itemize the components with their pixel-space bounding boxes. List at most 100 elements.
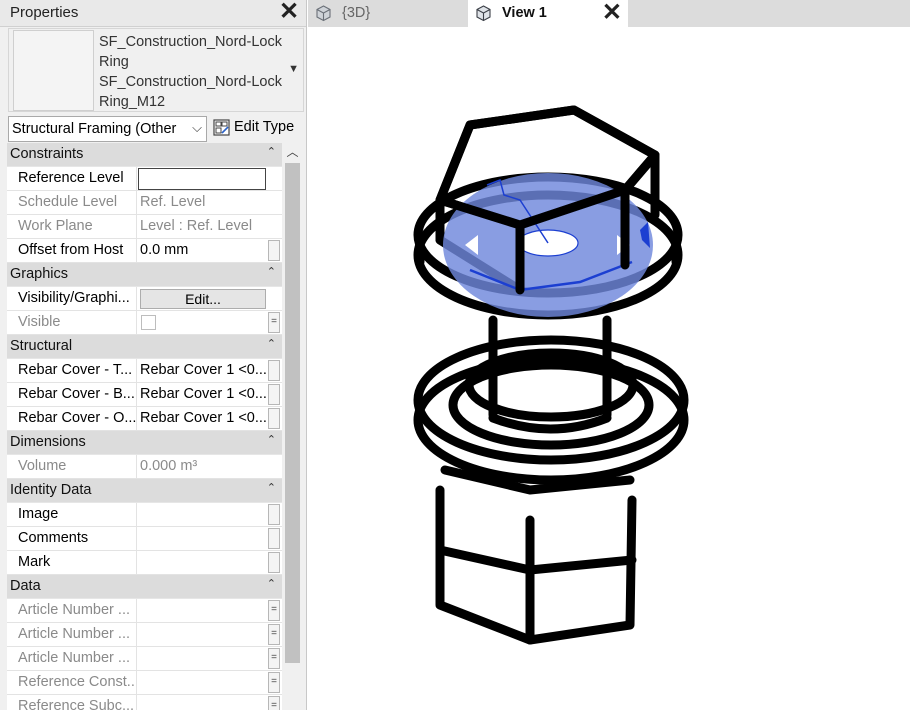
associate-parameter-button[interactable]: =	[268, 624, 280, 645]
prop-row-article-number-2: Article Number ... =	[7, 623, 282, 647]
chevron-down-icon: ⌵	[192, 120, 202, 135]
prop-key: Volume	[7, 455, 137, 478]
rebar-cover-top-field[interactable]: Rebar Cover 1 <0...	[138, 359, 267, 382]
tab-3d-label: {3D}	[342, 5, 371, 21]
associate-parameter-button[interactable]: =	[268, 600, 280, 621]
mark-field[interactable]	[138, 551, 267, 574]
instance-filter-row: Structural Framing (Other ⌵ Edit Type	[8, 116, 304, 142]
group-label: Structural	[10, 338, 73, 354]
group-data[interactable]: Data ⌃	[7, 575, 282, 599]
3d-view-cube-icon	[316, 5, 331, 22]
properties-grid: Constraints ⌃ Reference Level Schedule L…	[7, 143, 282, 710]
view-canvas[interactable]	[308, 27, 910, 710]
group-label: Graphics	[10, 266, 69, 282]
prop-key: Reference Subc...	[7, 695, 137, 710]
group-dimensions[interactable]: Dimensions ⌃	[7, 431, 282, 455]
prop-value	[138, 623, 267, 646]
prop-key: Article Number ...	[7, 647, 137, 670]
category-filter-dropdown[interactable]: Structural Framing (Other ⌵	[8, 116, 207, 142]
associate-parameter-button[interactable]: =	[268, 696, 280, 710]
double-chevron-up-icon[interactable]: ⌃	[267, 481, 276, 494]
comments-field[interactable]	[138, 527, 267, 550]
prop-key: Rebar Cover - O...	[7, 407, 137, 430]
prop-row-visibility-graphics: Visibility/Graphi... Edit...	[7, 287, 282, 311]
associate-parameter-button[interactable]	[268, 504, 280, 525]
prop-key: Comments	[7, 527, 137, 550]
scroll-up-icon[interactable]: ︿	[283, 143, 302, 161]
prop-value	[138, 599, 267, 622]
prop-key: Article Number ...	[7, 623, 137, 646]
double-chevron-up-icon[interactable]: ⌃	[267, 337, 276, 350]
prop-value	[138, 695, 267, 710]
group-structural[interactable]: Structural ⌃	[7, 335, 282, 359]
prop-row-comments: Comments	[7, 527, 282, 551]
double-chevron-up-icon[interactable]: ⌃	[267, 265, 276, 278]
rebar-cover-other-field[interactable]: Rebar Cover 1 <0...	[138, 407, 267, 430]
scrollbar-thumb[interactable]	[285, 163, 300, 663]
tab-view1[interactable]: View 1 ✕	[468, 0, 628, 27]
prop-row-reference-const: Reference Const... =	[7, 671, 282, 695]
tab-view1-label: View 1	[502, 5, 547, 21]
type-selector[interactable]: SF_Construction_Nord-Lock Ring SF_Constr…	[8, 28, 304, 112]
associate-parameter-button[interactable]: =	[268, 648, 280, 669]
image-field[interactable]	[138, 503, 267, 526]
prop-value: 0.000 m³	[140, 458, 198, 474]
visibility-edit-button[interactable]: Edit...	[140, 289, 266, 309]
prop-key: Work Plane	[7, 215, 137, 238]
hex-nut-model[interactable]	[435, 465, 637, 645]
type-type-line2: Ring_M12	[99, 94, 166, 110]
prop-key: Offset from Host	[7, 239, 137, 262]
rebar-cover-bottom-field[interactable]: Rebar Cover 1 <0...	[138, 383, 267, 406]
prop-row-mark: Mark	[7, 551, 282, 575]
associate-parameter-button[interactable]	[268, 384, 280, 405]
group-constraints[interactable]: Constraints ⌃	[7, 143, 282, 167]
prop-row-work-plane: Work Plane Level : Ref. Level	[7, 215, 282, 239]
properties-scrollbar[interactable]: ︿	[283, 143, 302, 710]
group-identity-data[interactable]: Identity Data ⌃	[7, 479, 282, 503]
view-tab-bar: {3D} View 1 ✕	[308, 0, 910, 27]
associate-parameter-button[interactable]	[268, 552, 280, 573]
properties-title: Properties	[10, 4, 79, 21]
associate-parameter-button[interactable]	[268, 360, 280, 381]
prop-row-volume: Volume 0.000 m³	[7, 455, 282, 479]
properties-palette: Properties ✕ SF_Construction_Nord-Lock R…	[0, 0, 307, 710]
double-chevron-up-icon[interactable]: ⌃	[267, 577, 276, 590]
type-family-line2: Ring	[99, 54, 129, 70]
properties-close-icon[interactable]: ✕	[278, 0, 300, 25]
prop-row-article-number-3: Article Number ... =	[7, 647, 282, 671]
visible-checkbox[interactable]	[141, 315, 156, 330]
associate-parameter-button[interactable]: =	[268, 312, 280, 333]
prop-key: Reference Const...	[7, 671, 137, 694]
reference-level-input[interactable]	[138, 168, 266, 190]
prop-row-rebar-cover-bottom: Rebar Cover - B... Rebar Cover 1 <0...	[7, 383, 282, 407]
close-tab-icon[interactable]: ✕	[602, 1, 622, 25]
prop-key: Visibility/Graphi...	[7, 287, 137, 310]
offset-from-host-field[interactable]: 0.0 mm	[138, 239, 267, 262]
edit-type-button[interactable]: Edit Type	[212, 116, 304, 142]
revit-window: Properties ✕ SF_Construction_Nord-Lock R…	[0, 0, 910, 710]
tab-3d-view[interactable]: {3D}	[308, 0, 468, 27]
prop-row-rebar-cover-top: Rebar Cover - T... Rebar Cover 1 <0...	[7, 359, 282, 383]
double-chevron-up-icon[interactable]: ⌃	[267, 433, 276, 446]
prop-key: Mark	[7, 551, 137, 574]
prop-row-offset-from-host: Offset from Host 0.0 mm	[7, 239, 282, 263]
type-selector-dropdown-icon[interactable]: ▼	[288, 63, 299, 75]
prop-key: Rebar Cover - B...	[7, 383, 137, 406]
associate-parameter-button[interactable]: =	[268, 672, 280, 693]
prop-row-article-number-1: Article Number ... =	[7, 599, 282, 623]
prop-value: Ref. Level	[140, 194, 206, 210]
bolt-assembly-3d-model[interactable]	[308, 27, 910, 710]
type-type-line1: SF_Construction_Nord-Lock	[99, 74, 282, 90]
group-label: Dimensions	[10, 434, 86, 450]
prop-row-visible: Visible =	[7, 311, 282, 335]
prop-row-rebar-cover-other: Rebar Cover - O... Rebar Cover 1 <0...	[7, 407, 282, 431]
associate-parameter-button[interactable]	[268, 528, 280, 549]
group-label: Constraints	[10, 146, 84, 162]
type-family-line1: SF_Construction_Nord-Lock	[99, 34, 282, 50]
associate-parameter-button[interactable]	[268, 240, 280, 261]
associate-parameter-button[interactable]	[268, 408, 280, 429]
group-label: Data	[10, 578, 41, 594]
group-graphics[interactable]: Graphics ⌃	[7, 263, 282, 287]
double-chevron-up-icon[interactable]: ⌃	[267, 145, 276, 158]
lower-washer-model[interactable]	[413, 335, 689, 485]
